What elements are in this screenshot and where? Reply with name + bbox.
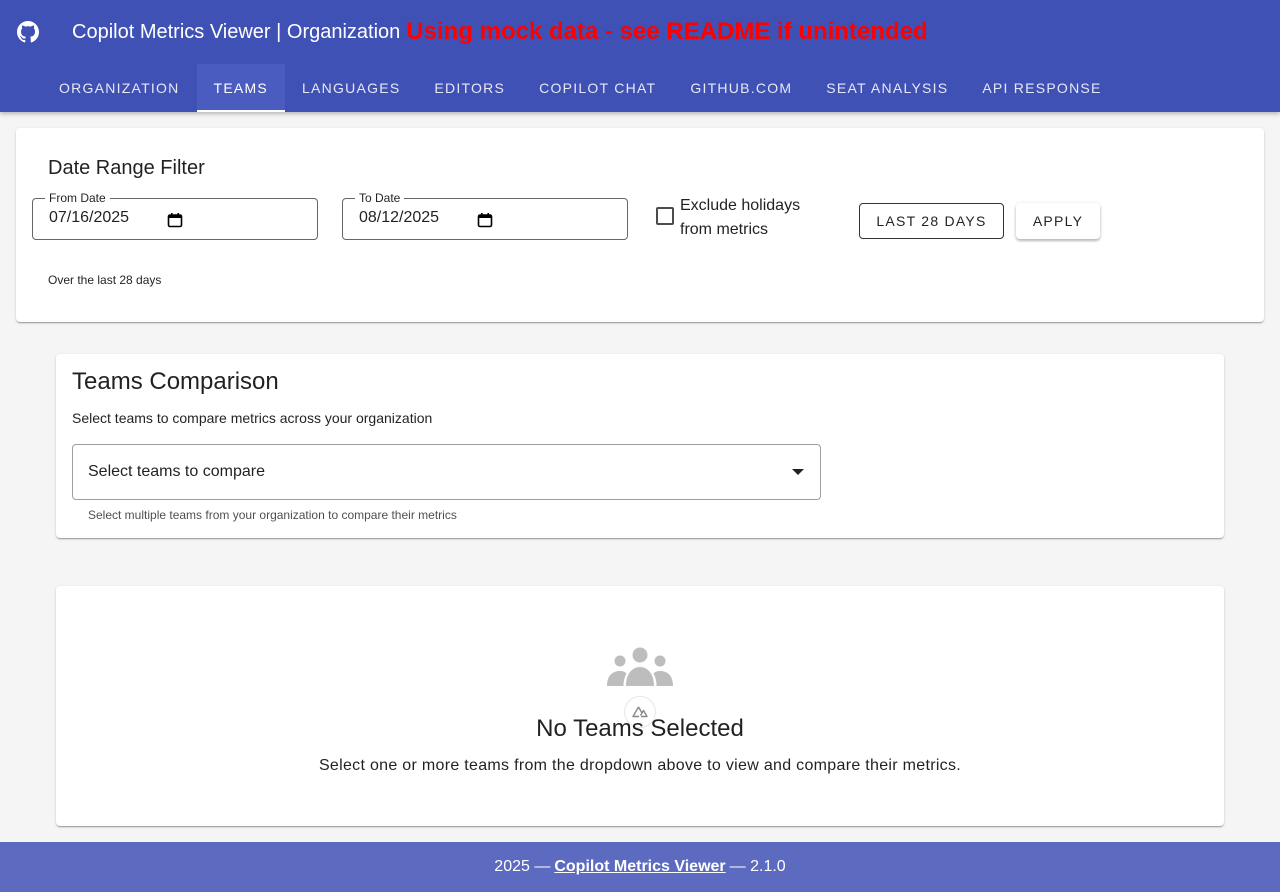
footer-version: — 2.1.0	[729, 858, 786, 875]
from-date-value: 07/16/2025	[49, 209, 130, 226]
empty-state-message: Select one or more teams from the dropdo…	[318, 757, 962, 774]
footer: 2025 — Copilot Metrics Viewer — 2.1.0	[0, 842, 1280, 892]
from-date-field[interactable]: From Date 07/16/2025	[32, 191, 318, 240]
no-teams-empty-state: No Teams Selected Select one or more tea…	[56, 586, 1224, 826]
account-group-icon	[606, 646, 674, 688]
last-28-days-button[interactable]: Last 28 Days	[859, 203, 1004, 239]
teams-select[interactable]: Select teams to compare	[72, 444, 821, 500]
date-filter-title: Date Range Filter	[48, 157, 205, 179]
to-date-label: To Date	[355, 191, 405, 205]
footer-project-link[interactable]: Copilot Metrics Viewer	[554, 858, 725, 876]
to-date-field[interactable]: To Date 08/12/2025	[342, 191, 628, 240]
exclude-holidays-checkbox[interactable]	[656, 207, 674, 225]
exclude-holidays-label: Exclude holidays from metrics	[680, 197, 801, 238]
exclude-holidays-option: Exclude holidays from metrics	[656, 194, 820, 242]
from-date-label: From Date	[45, 191, 110, 205]
date-range-filter-card: Date Range Filter From Date 07/16/2025 T…	[16, 128, 1264, 322]
teams-comparison-subtitle: Select teams to compare metrics across y…	[72, 410, 433, 426]
tab-organization[interactable]: Organization	[42, 64, 197, 112]
calendar-icon[interactable]	[477, 212, 493, 228]
teams-select-hint: Select multiple teams from your organiza…	[88, 508, 457, 522]
empty-state-title: No Teams Selected	[536, 715, 744, 742]
app-title: Copilot Metrics Viewer | Organization Us…	[72, 20, 928, 44]
tab-languages[interactable]: Languages	[285, 64, 417, 112]
chevron-down-icon[interactable]	[792, 469, 804, 475]
teams-select-placeholder: Select teams to compare	[88, 463, 265, 480]
date-range-summary: Over the last 28 days	[48, 273, 162, 287]
mock-data-warning: Using mock data - see README if unintend…	[406, 18, 928, 45]
tab-seat-analysis[interactable]: Seat Analysis	[809, 64, 965, 112]
tab-api-response[interactable]: API Response	[965, 64, 1118, 112]
tab-github-com[interactable]: github.com	[673, 64, 809, 112]
to-date-value: 08/12/2025	[359, 209, 440, 226]
footer-year: 2025 —	[494, 858, 551, 875]
calendar-icon[interactable]	[167, 212, 183, 228]
teams-comparison-title: Teams Comparison	[72, 368, 279, 395]
github-icon[interactable]	[17, 21, 39, 43]
tab-teams[interactable]: Teams	[196, 64, 286, 112]
main-tabs: Organization Teams Languages Editors Cop…	[42, 64, 1119, 112]
tab-copilot-chat[interactable]: Copilot Chat	[522, 64, 673, 112]
tab-editors[interactable]: Editors	[417, 64, 522, 112]
apply-button[interactable]: Apply	[1016, 203, 1100, 239]
page-title: Copilot Metrics Viewer | Organization	[72, 21, 401, 43]
teams-comparison-card: Teams Comparison Select teams to compare…	[56, 354, 1224, 538]
app-bar: Copilot Metrics Viewer | Organization Us…	[0, 0, 1280, 112]
